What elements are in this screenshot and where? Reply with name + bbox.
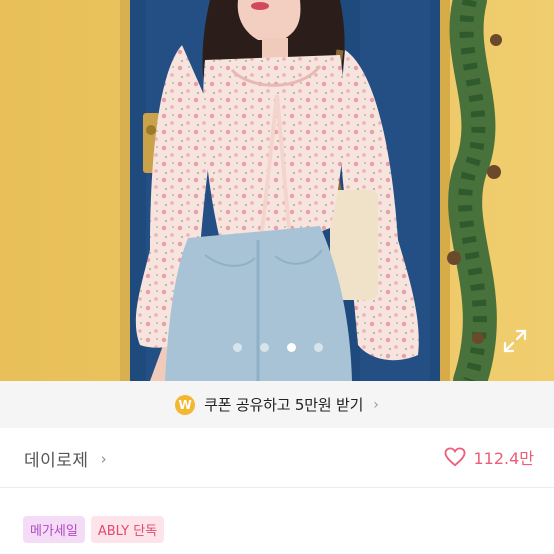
product-tags: 메가세일 ABLY 단독	[23, 516, 165, 543]
tag-ably-exclusive: ABLY 단독	[90, 516, 165, 543]
brand-row: 데이로제 › 112.4만	[0, 428, 554, 488]
chevron-right-icon: ›	[100, 449, 107, 468]
carousel-dot[interactable]	[233, 343, 242, 352]
coupon-text: 쿠폰 공유하고 5만원 받기	[204, 396, 364, 414]
like-count: 112.4만	[473, 449, 534, 468]
carousel-indicator	[233, 343, 323, 352]
carousel-dot[interactable]	[314, 343, 323, 352]
product-image	[0, 0, 554, 381]
coupon-badge-icon: W	[175, 394, 196, 415]
brand-link[interactable]: 데이로제 ›	[24, 446, 107, 472]
heart-outline-icon	[445, 447, 466, 467]
chevron-right-icon: ›	[373, 396, 379, 413]
carousel-dot-active[interactable]	[287, 343, 296, 352]
product-photo[interactable]	[0, 0, 554, 381]
coupon-share-banner[interactable]: W 쿠폰 공유하고 5만원 받기 ›	[0, 381, 554, 428]
carousel-dot[interactable]	[260, 343, 269, 352]
brand-name: 데이로제	[24, 451, 89, 471]
tag-mega-sale: 메가세일	[23, 516, 85, 543]
expand-icon[interactable]	[502, 328, 528, 354]
like-button[interactable]: 112.4만	[444, 445, 534, 469]
